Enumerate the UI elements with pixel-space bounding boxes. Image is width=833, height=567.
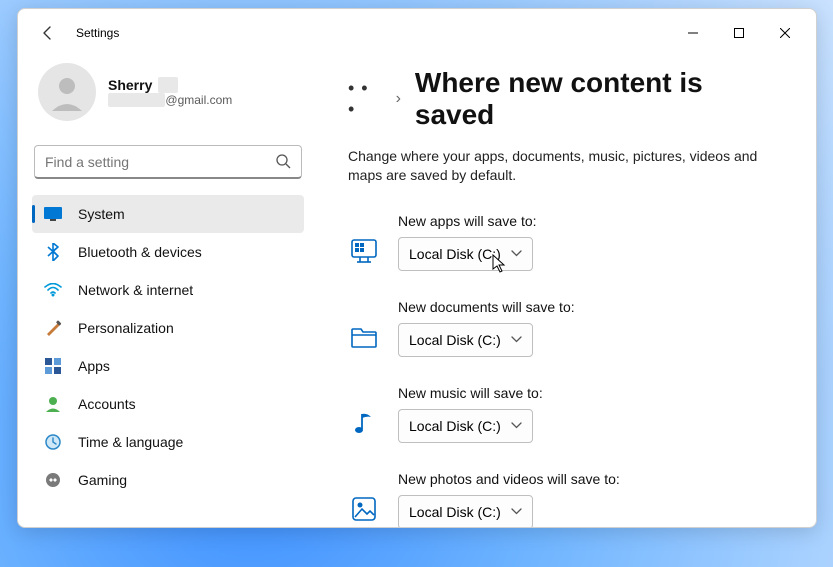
main-panel: • • • › Where new content is saved Chang… bbox=[318, 57, 816, 527]
sidebar-item-label: Bluetooth & devices bbox=[78, 244, 202, 260]
sidebar-item-label: Network & internet bbox=[78, 282, 193, 298]
bluetooth-icon bbox=[44, 243, 62, 261]
sidebar-item-label: Accounts bbox=[78, 396, 136, 412]
system-icon bbox=[44, 205, 62, 223]
setting-music: New music will save to: Local Disk (C:) bbox=[348, 385, 786, 443]
titlebar: Settings bbox=[18, 9, 816, 57]
maximize-button[interactable] bbox=[716, 17, 762, 49]
chevron-down-icon bbox=[511, 508, 522, 515]
dropdown-value: Local Disk (C:) bbox=[409, 418, 501, 434]
image-icon bbox=[348, 493, 380, 525]
chevron-down-icon bbox=[511, 250, 522, 257]
search-input[interactable] bbox=[45, 154, 276, 170]
profile-email-suffix: @gmail.com bbox=[165, 93, 232, 107]
paintbrush-icon bbox=[44, 319, 62, 337]
chevron-down-icon bbox=[511, 422, 522, 429]
setting-apps: New apps will save to: Local Disk (C:) bbox=[348, 213, 786, 271]
sidebar-item-gaming[interactable]: Gaming bbox=[32, 461, 304, 499]
breadcrumb-ellipsis[interactable]: • • • bbox=[348, 78, 382, 120]
sidebar: Sherryaa ________@gmail.com System Bluet… bbox=[18, 57, 318, 527]
dropdown-apps[interactable]: Local Disk (C:) bbox=[398, 237, 533, 271]
dropdown-photos[interactable]: Local Disk (C:) bbox=[398, 495, 533, 527]
window-controls bbox=[670, 17, 808, 49]
chevron-right-icon: › bbox=[396, 90, 401, 108]
setting-photos: New photos and videos will save to: Loca… bbox=[348, 471, 786, 527]
sidebar-item-network[interactable]: Network & internet bbox=[32, 271, 304, 309]
arrow-left-icon bbox=[40, 25, 56, 41]
wifi-icon bbox=[44, 281, 62, 299]
breadcrumb: • • • › Where new content is saved bbox=[348, 67, 786, 131]
page-title: Where new content is saved bbox=[415, 67, 786, 131]
content-area: Sherryaa ________@gmail.com System Bluet… bbox=[18, 57, 816, 527]
minimize-button[interactable] bbox=[670, 17, 716, 49]
page-description: Change where your apps, documents, music… bbox=[348, 147, 786, 185]
search-icon bbox=[276, 154, 291, 169]
accounts-icon bbox=[44, 395, 62, 413]
monitor-icon bbox=[348, 235, 380, 267]
sidebar-item-label: Gaming bbox=[78, 472, 127, 488]
setting-label: New apps will save to: bbox=[398, 213, 537, 229]
sidebar-item-label: Apps bbox=[78, 358, 110, 374]
nav: System Bluetooth & devices Network & int… bbox=[32, 195, 304, 499]
sidebar-item-apps[interactable]: Apps bbox=[32, 347, 304, 385]
avatar bbox=[38, 63, 96, 121]
back-button[interactable] bbox=[26, 11, 70, 55]
dropdown-documents[interactable]: Local Disk (C:) bbox=[398, 323, 533, 357]
folder-icon bbox=[348, 321, 380, 353]
clock-icon bbox=[44, 433, 62, 451]
setting-label: New music will save to: bbox=[398, 385, 543, 401]
email-hidden: ________ bbox=[108, 93, 165, 107]
setting-label: New documents will save to: bbox=[398, 299, 575, 315]
sidebar-item-label: Personalization bbox=[78, 320, 174, 336]
window-title: Settings bbox=[76, 26, 119, 40]
profile-name: Sherry bbox=[108, 77, 152, 93]
sidebar-item-label: System bbox=[78, 206, 125, 222]
dropdown-value: Local Disk (C:) bbox=[409, 332, 501, 348]
music-note-icon bbox=[348, 407, 380, 439]
chevron-down-icon bbox=[511, 336, 522, 343]
sidebar-item-label: Time & language bbox=[78, 434, 183, 450]
close-button[interactable] bbox=[762, 17, 808, 49]
person-icon bbox=[46, 71, 88, 113]
sidebar-item-personalization[interactable]: Personalization bbox=[32, 309, 304, 347]
setting-label: New photos and videos will save to: bbox=[398, 471, 620, 487]
settings-window: Settings Sherryaa ________@gmail.com bbox=[17, 8, 817, 528]
apps-icon bbox=[44, 357, 62, 375]
dropdown-music[interactable]: Local Disk (C:) bbox=[398, 409, 533, 443]
dropdown-value: Local Disk (C:) bbox=[409, 246, 501, 262]
sidebar-item-bluetooth[interactable]: Bluetooth & devices bbox=[32, 233, 304, 271]
sidebar-item-time[interactable]: Time & language bbox=[32, 423, 304, 461]
profile[interactable]: Sherryaa ________@gmail.com bbox=[32, 57, 304, 137]
search-input-wrapper[interactable] bbox=[34, 145, 302, 179]
gaming-icon bbox=[44, 471, 62, 489]
profile-text: Sherryaa ________@gmail.com bbox=[108, 77, 232, 107]
sidebar-item-accounts[interactable]: Accounts bbox=[32, 385, 304, 423]
dropdown-value: Local Disk (C:) bbox=[409, 504, 501, 520]
sidebar-item-system[interactable]: System bbox=[32, 195, 304, 233]
setting-documents: New documents will save to: Local Disk (… bbox=[348, 299, 786, 357]
